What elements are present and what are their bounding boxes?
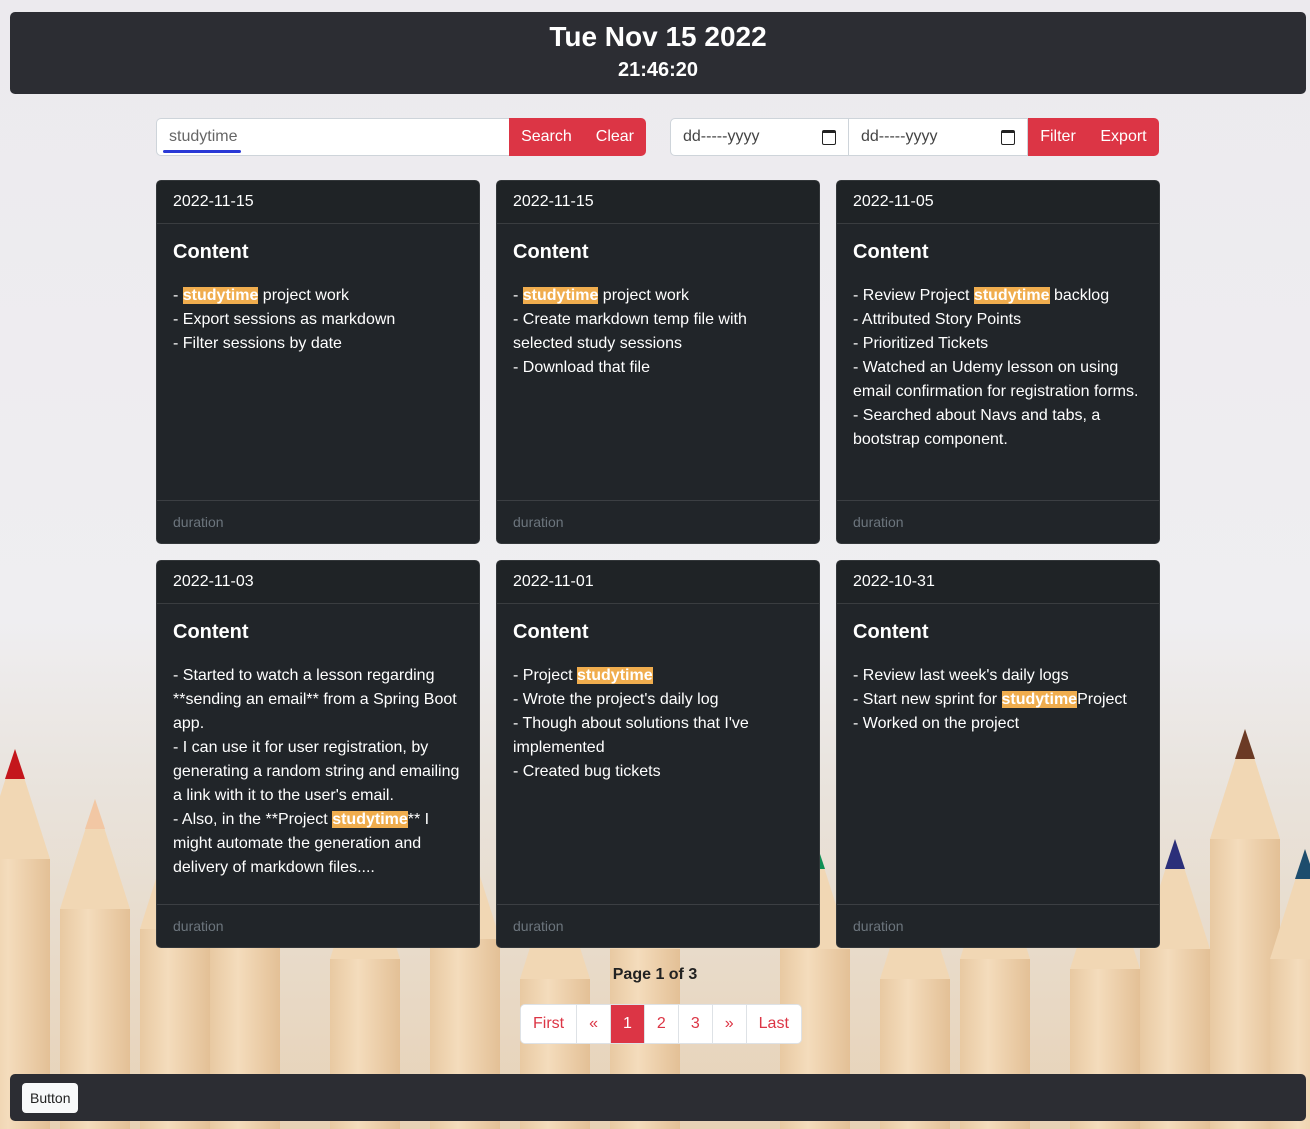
current-date: Tue Nov 15 2022 — [549, 21, 767, 52]
card-text: - studytime project work - Create markdow… — [513, 284, 803, 380]
footer-bar: Button — [10, 1074, 1306, 1121]
card-text-line: - Export sessions as markdown — [173, 311, 396, 328]
date-from-input[interactable]: dd-----yyyy — [670, 118, 849, 156]
card-footer-duration: duration — [497, 904, 819, 947]
card-title: Content — [853, 621, 929, 643]
card-date: 2022-11-15 — [157, 181, 479, 224]
card-text-line: - studytime project work — [513, 287, 690, 304]
search-highlight: studytime — [973, 287, 1050, 304]
card-text: - studytime project work - Export session… — [173, 284, 463, 356]
session-card: 2022-11-15 Content - studytime project wor… — [156, 180, 480, 544]
page-next[interactable]: » — [711, 1005, 746, 1043]
card-text-line: - Searched about Navs and tabs, a bootst… — [853, 407, 1101, 448]
search-button[interactable]: Search — [509, 118, 584, 156]
card-text-line: - Created bug tickets — [513, 763, 661, 780]
card-text-line: - Filter sessions by date — [173, 335, 342, 352]
card-title: Content — [173, 241, 249, 263]
card-text-line: - Also, in the **Project studytime** I m… — [173, 811, 430, 876]
card-footer-duration: duration — [837, 500, 1159, 543]
page-1[interactable]: 1 — [610, 1005, 644, 1043]
card-text-line: - Worked on the project — [853, 715, 1020, 732]
pencil-decoration — [0, 749, 50, 1129]
card-text-line: - Download that file — [513, 359, 650, 376]
card-text-line: - Prioritized Tickets — [853, 335, 989, 352]
page-indicator: Page 1 of 3 — [612, 966, 698, 983]
session-card: 2022-11-15 Content - studytime project wor… — [496, 180, 820, 544]
card-title: Content — [513, 241, 589, 263]
pagination: First «1 2 3» Last — [520, 1004, 802, 1044]
current-time: 21:46:20 — [617, 59, 699, 81]
session-card: 2022-10-31 Content - Review last week's da… — [836, 560, 1160, 948]
card-text-line: - Review Project studytime backlog — [853, 287, 1110, 304]
clear-button[interactable]: Clear — [583, 118, 646, 156]
card-text: - Project studytime - Wrote the project's… — [513, 664, 803, 784]
date-to-placeholder: dd-----yyyy — [861, 128, 938, 145]
page-first[interactable]: First — [521, 1005, 577, 1043]
page-prev[interactable]: « — [576, 1005, 611, 1043]
card-title: Content — [513, 621, 589, 643]
page-last[interactable]: Last — [745, 1005, 801, 1043]
card-footer-duration: duration — [497, 500, 819, 543]
card-text-line: - Create markdown temp file with selecte… — [513, 311, 747, 352]
calendar-icon[interactable] — [1001, 129, 1015, 145]
page-2[interactable]: 2 — [643, 1005, 678, 1043]
spellcheck-underline — [163, 150, 241, 153]
card-text-line: - Started to watch a lesson regarding **… — [173, 667, 457, 732]
card-text-line: - Review last week's daily logs — [853, 667, 1069, 684]
search-highlight: studytime — [1001, 691, 1078, 708]
calendar-icon[interactable] — [822, 129, 836, 145]
card-text: - Review Project studytime backlog - Attr… — [853, 284, 1143, 452]
date-filter-group: dd-----yyyy dd-----yyyy Filter Export — [670, 118, 1159, 156]
card-text-line: - Though about solutions that I've imple… — [513, 715, 749, 756]
card-text-line: - Project studytime — [513, 667, 653, 684]
search-highlight: studytime — [182, 287, 259, 304]
card-date: 2022-10-31 — [837, 561, 1159, 604]
search-input-value: studytime — [169, 128, 238, 145]
export-button[interactable]: Export — [1088, 118, 1159, 156]
card-title: Content — [853, 241, 929, 263]
card-date: 2022-11-01 — [497, 561, 819, 604]
card-date: 2022-11-03 — [157, 561, 479, 604]
search-highlight: studytime — [332, 811, 408, 828]
session-card: 2022-11-01 Content - Project studytime - Wr… — [496, 560, 820, 948]
date-from-placeholder: dd-----yyyy — [683, 128, 760, 145]
session-card: 2022-11-05 Content - Review Project studyt… — [836, 180, 1160, 544]
filter-button[interactable]: Filter — [1028, 118, 1088, 156]
search-highlight: studytime — [577, 667, 653, 684]
card-text-line: - studytime project work — [173, 287, 350, 304]
card-text: - Review last week's daily logs - Start n… — [853, 664, 1143, 736]
search-highlight: studytime — [522, 287, 599, 304]
search-input[interactable]: studytime — [156, 118, 510, 156]
card-date: 2022-11-15 — [497, 181, 819, 224]
date-to-input[interactable]: dd-----yyyy — [849, 118, 1028, 156]
card-text: - Started to watch a lesson regarding **… — [173, 664, 463, 880]
card-text-line: - Wrote the project's daily log — [513, 691, 719, 708]
card-footer-duration: duration — [157, 904, 479, 947]
card-text-line: - Start new sprint for studytimeProject — [853, 691, 1127, 708]
card-footer-duration: duration — [837, 904, 1159, 947]
card-text-line: - Attributed Story Points — [853, 311, 1022, 328]
footer-button[interactable]: Button — [22, 1083, 79, 1113]
header-bar: Tue Nov 15 2022 21:46:20 — [10, 12, 1306, 94]
card-date: 2022-11-05 — [837, 181, 1159, 224]
card-footer-duration: duration — [157, 500, 479, 543]
card-text-line: - I can use it for user registration, by… — [173, 739, 460, 804]
search-group: studytime Search Clear — [156, 118, 646, 156]
card-text-line: - Watched an Udemy lesson on using email… — [853, 359, 1139, 400]
card-title: Content — [173, 621, 249, 643]
session-card: 2022-11-03 Content - Started to watch a le… — [156, 560, 480, 948]
page-3[interactable]: 3 — [677, 1005, 712, 1043]
